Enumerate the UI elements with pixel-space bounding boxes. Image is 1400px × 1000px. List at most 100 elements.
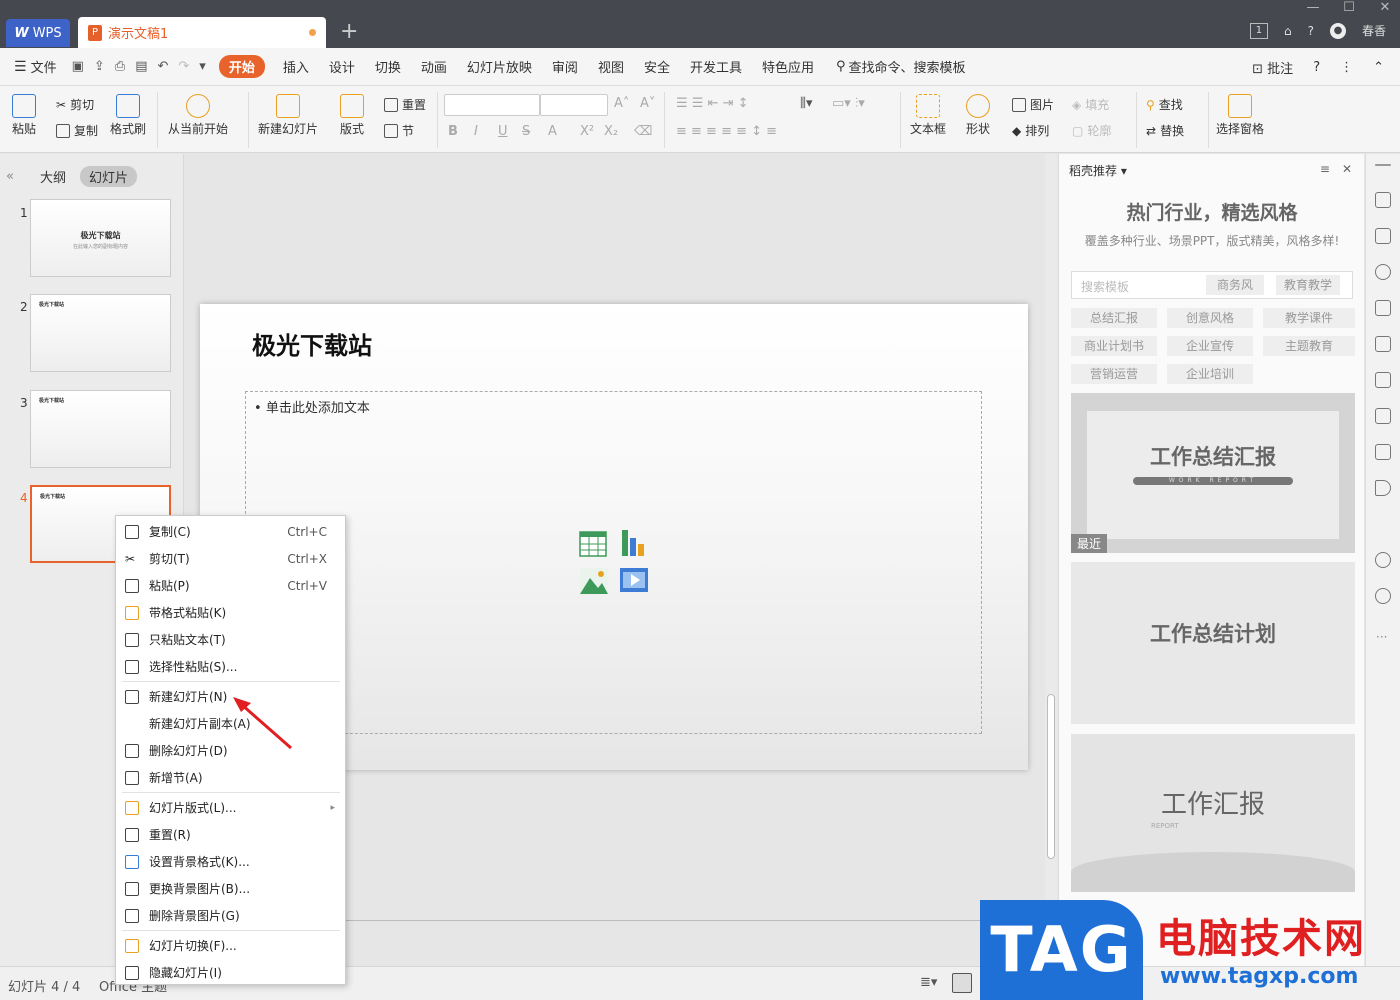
template-category[interactable]: 创意风格 <box>1167 308 1253 328</box>
selection-pane-button[interactable]: 选择窗格 <box>1216 94 1264 137</box>
arrange-button[interactable]: ◆ 排列 <box>1012 122 1049 139</box>
font-family-select[interactable] <box>444 94 540 116</box>
columns-icon[interactable]: ▭▾ ⫶▾ <box>832 96 865 111</box>
print-preview-icon[interactable]: ▤ <box>130 59 152 74</box>
slide-thumbnail-1[interactable]: 极光下载站 在此输入您的副标题内容 <box>30 199 171 277</box>
template-category[interactable]: 企业培训 <box>1167 364 1253 384</box>
notes-icon[interactable]: ≣▾ <box>920 975 937 990</box>
image-tools-icon[interactable] <box>1375 372 1391 388</box>
document-tab[interactable]: P 演示文稿1 <box>78 17 326 48</box>
shrink-font-icon[interactable]: A˅ <box>640 96 655 111</box>
insert-table-icon[interactable] <box>579 531 607 557</box>
menu-item-slide-transition[interactable]: 幻灯片切换(F)... <box>116 932 345 959</box>
menu-item-change-background[interactable]: 更换背景图片(B)... <box>116 875 345 902</box>
template-category[interactable]: 营销运营 <box>1071 364 1157 384</box>
tab-animations[interactable]: 动画 <box>411 57 457 76</box>
wps-home-tab[interactable]: W WPS <box>6 19 70 47</box>
add-tab-icon[interactable]: + <box>340 20 358 44</box>
collapse-ribbon-icon[interactable]: ⌃ <box>1373 60 1384 75</box>
insert-picture-icon[interactable] <box>580 568 608 594</box>
slide-title[interactable]: 极光下载站 <box>252 326 372 361</box>
history-icon[interactable] <box>1375 552 1391 568</box>
template-panel-header[interactable]: 稻壳推荐 ▾ <box>1069 162 1127 179</box>
file-menu[interactable]: 文件 <box>29 57 67 76</box>
text-direction-icon[interactable]: ⫼▾ <box>800 96 813 111</box>
help-question-icon[interactable]: ? <box>1313 60 1320 75</box>
superscript-icon[interactable]: X² <box>580 124 594 139</box>
format-painter-button[interactable]: 格式刷 <box>110 94 146 137</box>
slide-thumbnail-3[interactable]: 极光下载站 <box>30 390 171 468</box>
tab-security[interactable]: 安全 <box>634 57 680 76</box>
grow-font-icon[interactable]: A˄ <box>614 96 629 111</box>
tab-review[interactable]: 审阅 <box>542 57 588 76</box>
slide-thumbnail-2[interactable]: 极光下载站 <box>30 294 171 372</box>
annotate-button[interactable]: ⊡ 批注 <box>1252 58 1293 77</box>
menu-item-background-format[interactable]: 设置背景格式(K)... <box>116 848 345 875</box>
maximize-icon[interactable]: ☐ <box>1342 0 1356 15</box>
panel-menu-icon[interactable]: ≡ <box>1320 162 1330 176</box>
copy-slide-icon[interactable] <box>1375 228 1391 244</box>
menu-item-slide-layout[interactable]: 幻灯片版式(L)... ▸ <box>116 794 345 821</box>
fill-button[interactable]: ◈ 填充 <box>1072 96 1109 113</box>
bullet-list-icon[interactable]: ☰ ☰ ⇤ ⇥ ↕ <box>676 96 749 111</box>
picture-side-icon[interactable] <box>1375 444 1391 460</box>
template-category[interactable]: 总结汇报 <box>1071 308 1157 328</box>
archive-icon[interactable] <box>1375 408 1391 424</box>
menu-item-cut[interactable]: ✂ 剪切(T) Ctrl+X <box>116 545 345 572</box>
reset-button[interactable]: 重置 <box>384 96 426 113</box>
export-icon[interactable]: ⇪ <box>89 59 110 74</box>
cut-button[interactable]: ✂ 剪切 <box>56 96 94 113</box>
replace-button[interactable]: ⇄ 替换 <box>1146 122 1184 139</box>
menu-item-add-section[interactable]: 新增节(A) <box>116 764 345 791</box>
tab-home[interactable]: 开始 <box>218 55 265 78</box>
window-layout-icon[interactable]: 1 <box>1249 22 1268 39</box>
tab-design[interactable]: 设计 <box>319 57 365 76</box>
tab-features[interactable]: 特色应用 <box>752 57 824 76</box>
section-button[interactable]: 节 <box>384 122 414 139</box>
minimize-icon[interactable]: — <box>1306 0 1320 15</box>
menu-item-paste-text[interactable]: 只粘贴文本(T) <box>116 626 345 653</box>
skin-icon[interactable]: ⌂ <box>1284 24 1292 38</box>
command-search[interactable]: ⚲ 查找命令、搜索模板 <box>836 57 966 76</box>
help-icon[interactable]: ? <box>1308 24 1314 38</box>
more-icon[interactable]: ⋮ <box>1340 60 1353 75</box>
menu-item-copy[interactable]: 复制(C) Ctrl+C <box>116 518 345 545</box>
print-icon[interactable]: ⎙ <box>110 59 130 74</box>
template-category[interactable]: 主题教育 <box>1263 336 1355 356</box>
vertical-scrollbar[interactable] <box>1045 154 1057 966</box>
template-search[interactable]: 搜索模板 商务风 教育教学 <box>1071 271 1353 299</box>
menu-item-reset[interactable]: 重置(R) <box>116 821 345 848</box>
outline-button[interactable]: ▢ 轮廓 <box>1072 122 1111 139</box>
menu-item-paste[interactable]: 粘贴(P) Ctrl+V <box>116 572 345 599</box>
layout-button[interactable]: 版式 <box>340 94 364 137</box>
content-placeholder[interactable]: • 单击此处添加文本 <box>245 391 982 734</box>
template-card-3[interactable]: 工作汇报 REPORT <box>1071 734 1355 892</box>
template-category[interactable]: 企业宣传 <box>1167 336 1253 356</box>
template-card-2[interactable]: 工作总结计划 <box>1071 562 1355 724</box>
search-tag[interactable]: 教育教学 <box>1276 275 1340 295</box>
menu-icon[interactable]: ☰ <box>14 59 27 75</box>
tab-slideshow[interactable]: 幻灯片放映 <box>457 57 542 76</box>
font-color-icon[interactable]: A <box>548 124 557 139</box>
align-icons[interactable]: ≡ ≡ ≡ ≡ ≡ ↕ ≡ <box>676 124 777 139</box>
new-slide-button[interactable]: 新建幻灯片 <box>258 94 318 137</box>
collapse-panel-icon[interactable]: « <box>6 169 14 184</box>
redo-icon[interactable]: ↷ <box>173 59 194 74</box>
copy-button[interactable]: 复制 <box>56 122 98 139</box>
panel-close-icon[interactable]: ✕ <box>1342 162 1352 176</box>
avatar[interactable]: ● <box>1329 22 1346 39</box>
strikethrough-icon[interactable]: S <box>522 124 530 139</box>
tab-slides[interactable]: 幻灯片 <box>79 166 137 187</box>
undo-icon[interactable]: ↶ <box>152 59 173 74</box>
close-window-icon[interactable]: ✕ <box>1378 0 1392 15</box>
template-category[interactable]: 教学课件 <box>1263 308 1355 328</box>
paste-button[interactable]: 粘贴 <box>12 94 36 137</box>
font-size-select[interactable] <box>540 94 608 116</box>
shape-side-icon[interactable] <box>1375 264 1391 280</box>
tab-outline[interactable]: 大纲 <box>40 167 66 186</box>
underline-icon[interactable]: U <box>498 124 508 139</box>
insert-chart-icon[interactable] <box>622 530 644 556</box>
tab-view[interactable]: 视图 <box>588 57 634 76</box>
save-icon[interactable]: ▣ <box>67 59 89 74</box>
play-from-current-button[interactable]: 从当前开始 <box>168 94 228 137</box>
